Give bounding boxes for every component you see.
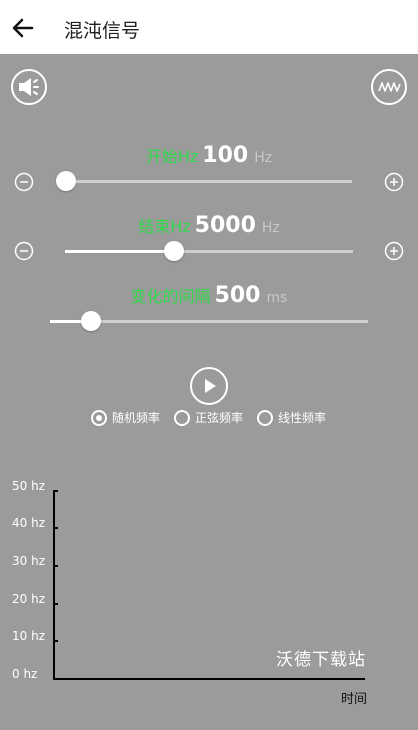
y-tick-label: 0 hz xyxy=(12,667,38,681)
mode-sine-label: 正弦频率 xyxy=(195,411,244,425)
y-tick-label: 50 hz xyxy=(12,479,45,493)
app-bar: 混沌信号 xyxy=(0,0,418,54)
interval-slider[interactable] xyxy=(50,311,368,331)
interval-unit: ms xyxy=(266,290,288,306)
start-hz-unit: Hz xyxy=(254,150,273,166)
mode-linear-label: 线性频率 xyxy=(278,411,327,425)
y-tick-label: 10 hz xyxy=(12,629,45,643)
interval-slider-thumb[interactable] xyxy=(81,311,102,331)
page-title: 混沌信号 xyxy=(64,20,141,42)
start-hz-slider[interactable] xyxy=(56,171,352,191)
play-button[interactable] xyxy=(190,367,228,405)
y-axis xyxy=(53,490,55,680)
mode-random-radio[interactable]: 随机频率 xyxy=(91,409,160,426)
interval-label: 变化的间隔 500 ms xyxy=(0,283,418,308)
end-hz-label: 结束Hz 5000 Hz xyxy=(0,213,418,238)
start-hz-label: 开始Hz 100 Hz xyxy=(0,143,418,168)
watermark-text: 沃德下载站 xyxy=(276,650,366,670)
radio-indicator xyxy=(91,409,107,426)
mode-random-label: 随机频率 xyxy=(112,411,161,425)
x-axis xyxy=(53,678,365,680)
interval-name: 变化的间隔 xyxy=(130,287,211,306)
end-hz-plus-icon[interactable] xyxy=(384,241,404,261)
frequency-mode-group: 随机频率 正弦频率 线性频率 xyxy=(0,409,418,431)
start-hz-slider-thumb[interactable] xyxy=(56,171,76,191)
waveform-button[interactable] xyxy=(371,69,407,105)
speaker-icon xyxy=(19,78,39,96)
y-tick-label: 20 hz xyxy=(12,592,45,606)
end-hz-value: 5000 xyxy=(194,213,256,238)
play-icon xyxy=(205,379,216,393)
waveform-icon xyxy=(378,82,401,92)
start-hz-minus-icon[interactable] xyxy=(14,172,34,192)
end-hz-slider-fill xyxy=(65,250,175,253)
end-hz-slider[interactable] xyxy=(65,241,353,261)
start-hz-plus-icon[interactable] xyxy=(384,172,404,192)
radio-indicator xyxy=(257,409,273,426)
y-tick-label: 40 hz xyxy=(12,516,45,530)
end-hz-name: 结束Hz xyxy=(138,217,191,236)
interval-value: 500 xyxy=(214,283,261,308)
end-hz-minus-icon[interactable] xyxy=(14,241,34,261)
back-arrow-icon[interactable] xyxy=(10,15,36,41)
mode-sine-radio[interactable]: 正弦频率 xyxy=(174,409,243,426)
x-axis-label: 时间 xyxy=(341,692,368,707)
end-hz-slider-thumb[interactable] xyxy=(164,241,185,261)
start-hz-name: 开始Hz xyxy=(145,147,199,166)
mode-linear-radio[interactable]: 线性频率 xyxy=(257,409,326,426)
y-tick-label: 30 hz xyxy=(12,554,45,568)
start-hz-value: 100 xyxy=(202,143,249,168)
sound-toggle-button[interactable] xyxy=(11,69,47,105)
end-hz-unit: Hz xyxy=(261,220,280,236)
radio-indicator xyxy=(174,409,190,426)
